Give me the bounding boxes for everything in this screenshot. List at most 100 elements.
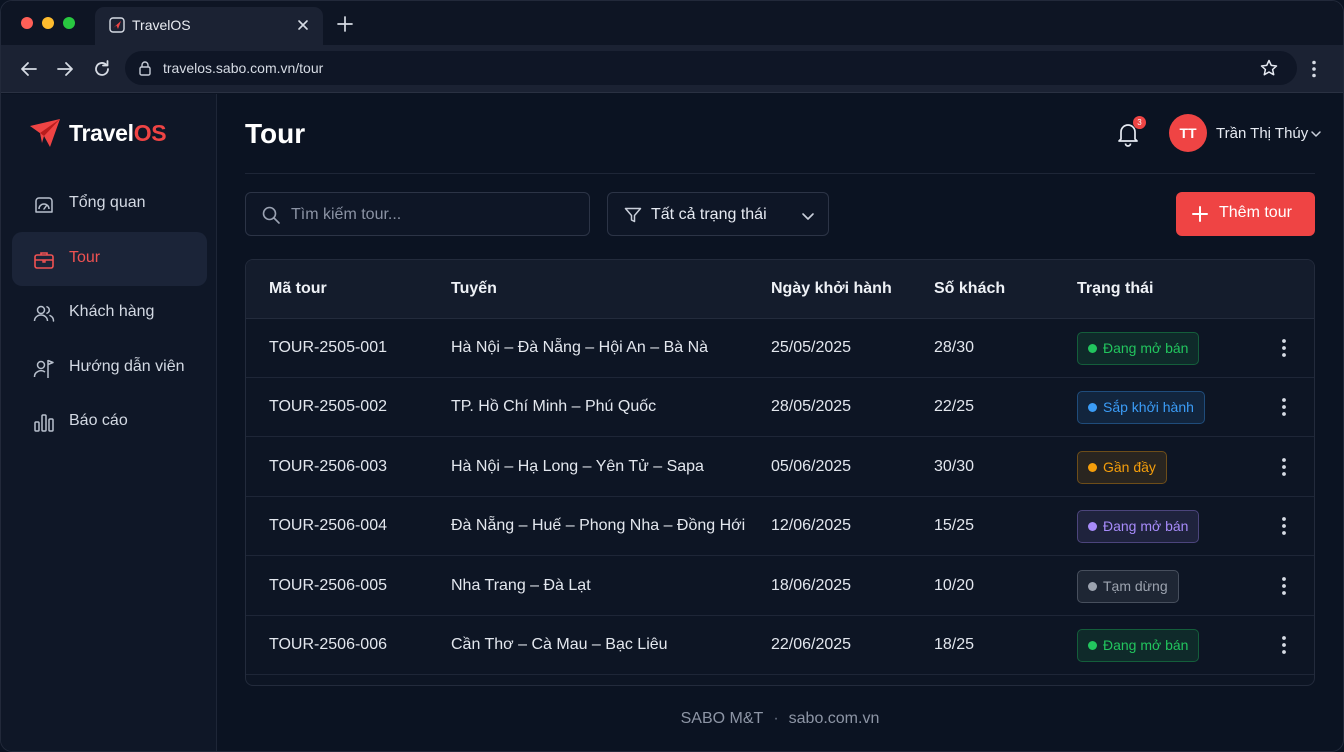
status-badge: Đang mở bán — [1077, 332, 1200, 365]
close-tab-icon[interactable] — [293, 15, 313, 35]
filter-icon — [624, 207, 642, 223]
sidebar-item-reports[interactable]: Báo cáo — [12, 395, 207, 449]
briefcase-icon — [34, 252, 54, 269]
sidebar-item-customers[interactable]: Khách hàng — [12, 286, 207, 340]
tab-title: TravelOS — [132, 17, 191, 33]
minimize-window-button[interactable] — [42, 17, 54, 29]
sidebar-item-overview[interactable]: Tổng quan — [12, 177, 207, 231]
paper-plane-logo-icon — [30, 119, 60, 147]
favicon-icon — [109, 17, 125, 33]
status-label: Tạm dừng — [1103, 577, 1168, 594]
chevron-down-icon[interactable] — [1310, 128, 1322, 140]
status-dot-icon — [1088, 403, 1097, 413]
logo[interactable]: TravelOS — [29, 118, 167, 148]
sidebar-item-label: Tour — [69, 249, 101, 266]
add-tour-button[interactable]: Thêm tour — [1176, 192, 1315, 236]
tour-route: Đà Nẵng – Huế – Phong Nha – Đồng Hới — [451, 517, 746, 535]
tour-code: TOUR-2506-003 — [269, 457, 387, 475]
more-vertical-icon[interactable] — [1274, 575, 1294, 597]
guest-count: 30/30 — [934, 457, 975, 475]
footer-link[interactable]: sabo.com.vn — [789, 710, 880, 727]
avatar[interactable]: TT — [1169, 114, 1207, 152]
status-badge: Sắp khởi hành — [1077, 391, 1205, 425]
column-header[interactable]: Ngày khởi hành — [771, 280, 892, 298]
close-window-button[interactable] — [21, 17, 33, 29]
maximize-window-button[interactable] — [63, 17, 75, 29]
bar-chart-icon — [34, 414, 54, 432]
tour-table: Mã tour Tuyến Ngày khởi hành Số khách Tr… — [245, 259, 1315, 686]
sidebar-item-label: Khách hàng — [69, 303, 155, 320]
table-row[interactable]: TOUR-2505-002 TP. Hồ Chí Minh – Phú Quốc 2… — [246, 378, 1314, 438]
status-dot-icon — [1088, 581, 1097, 591]
departure-date: 22/06/2025 — [771, 636, 852, 653]
sidebar-item-tour[interactable]: Tour — [12, 232, 207, 286]
column-header[interactable]: Mã tour — [269, 280, 327, 298]
bookmark-star-icon[interactable] — [1259, 58, 1279, 78]
browser-tab[interactable]: TravelOS — [95, 7, 323, 45]
main-content: Tour 3 TT Trần Thị Thúy Tất cả trạng thá… — [218, 94, 1343, 751]
sidebar-item-guides[interactable]: Hướng dẫn viên — [12, 341, 207, 395]
sidebar-item-label: Hướng dẫn viên — [69, 358, 185, 375]
forward-icon[interactable] — [54, 58, 76, 80]
departure-date: 25/05/2025 — [771, 339, 852, 356]
new-tab-icon[interactable] — [335, 14, 355, 34]
plus-icon — [1192, 206, 1208, 222]
table-header: Mã tour Tuyến Ngày khởi hành Số khách Tr… — [246, 260, 1314, 319]
status-badge: Gần đầy — [1077, 450, 1167, 484]
address-bar: travelos.sabo.com.vn/tour — [1, 45, 1343, 93]
status-label: Đang mở bán — [1103, 637, 1189, 653]
status-badge: Đang mở bán — [1077, 629, 1200, 662]
status-dot-icon — [1088, 344, 1097, 353]
more-vertical-icon[interactable] — [1274, 515, 1294, 537]
footer-separator: · — [773, 710, 779, 727]
guest-count: 28/30 — [934, 339, 975, 356]
status-badge: Tạm dừng — [1077, 569, 1179, 603]
status-label: Gần đầy — [1103, 458, 1156, 475]
table-row[interactable]: TOUR-2506-003 Hà Nội – Hạ Long – Yên Tử –… — [246, 438, 1314, 497]
table-row[interactable]: TOUR-2506-004 Đà Nẵng – Huế – Phong Nha –… — [246, 497, 1314, 557]
sidebar-item-label: Báo cáo — [69, 412, 128, 429]
table-row[interactable]: TOUR-2505-001 Hà Nội – Đà Nẵng – Hội An –… — [246, 319, 1314, 378]
more-vertical-icon[interactable] — [1274, 634, 1294, 656]
notification-badge: 3 — [1133, 116, 1146, 129]
guest-count: 18/25 — [934, 636, 975, 653]
more-vertical-icon[interactable] — [1274, 456, 1294, 478]
sidebar: TravelOS Tổng quan Tour Khách hàng Hướng… — [1, 94, 217, 751]
tour-code: TOUR-2506-004 — [269, 517, 387, 535]
status-dot-icon — [1088, 462, 1097, 472]
more-vertical-icon[interactable] — [1274, 396, 1294, 418]
search-box[interactable] — [245, 192, 590, 236]
back-icon[interactable] — [18, 58, 40, 80]
column-header[interactable]: Số khách — [934, 280, 1005, 298]
departure-date: 12/06/2025 — [771, 517, 852, 535]
status-dot-icon — [1088, 522, 1097, 532]
guest-count: 10/20 — [934, 576, 975, 594]
tour-route: Hà Nội – Hạ Long – Yên Tử – Sapa — [451, 457, 704, 475]
logo-text: TravelOS — [69, 119, 167, 146]
tour-code: TOUR-2505-002 — [269, 398, 387, 416]
reload-icon[interactable] — [91, 58, 113, 80]
users-icon — [33, 305, 55, 322]
more-vertical-icon[interactable] — [1274, 337, 1294, 359]
status-label: Đang mở bán — [1103, 340, 1189, 356]
page-title: Tour — [245, 118, 306, 149]
table-row[interactable]: TOUR-2506-005 Nha Trang – Đà Lạt 18/06/202… — [246, 557, 1314, 616]
table-row[interactable]: TOUR-2506-006 Cần Thơ – Cà Mau – Bạc Liêu… — [246, 616, 1314, 675]
tour-route: TP. Hồ Chí Minh – Phú Quốc — [451, 398, 657, 416]
tour-code: TOUR-2506-005 — [269, 576, 387, 594]
guest-count: 22/25 — [934, 398, 975, 416]
footer-company: SABO M&T — [680, 710, 764, 727]
browser-menu-icon[interactable] — [1303, 58, 1325, 80]
filter-label: Tất cả trạng thái — [651, 206, 767, 223]
column-header[interactable]: Trạng thái — [1077, 280, 1153, 298]
user-name[interactable]: Trần Thị Thúy — [1216, 125, 1308, 142]
status-filter-select[interactable]: Tất cả trạng thái — [607, 192, 829, 236]
departure-date: 28/05/2025 — [771, 398, 852, 416]
url-input[interactable]: travelos.sabo.com.vn/tour — [125, 51, 1297, 85]
departure-date: 18/06/2025 — [771, 576, 852, 594]
column-header[interactable]: Tuyến — [451, 280, 497, 298]
status-label: Đang mở bán — [1103, 518, 1189, 535]
browser-window: TravelOS travelos.sabo.com.vn/tour Trave… — [0, 0, 1344, 752]
search-input[interactable] — [291, 203, 581, 227]
tour-code: TOUR-2505-001 — [269, 339, 387, 356]
